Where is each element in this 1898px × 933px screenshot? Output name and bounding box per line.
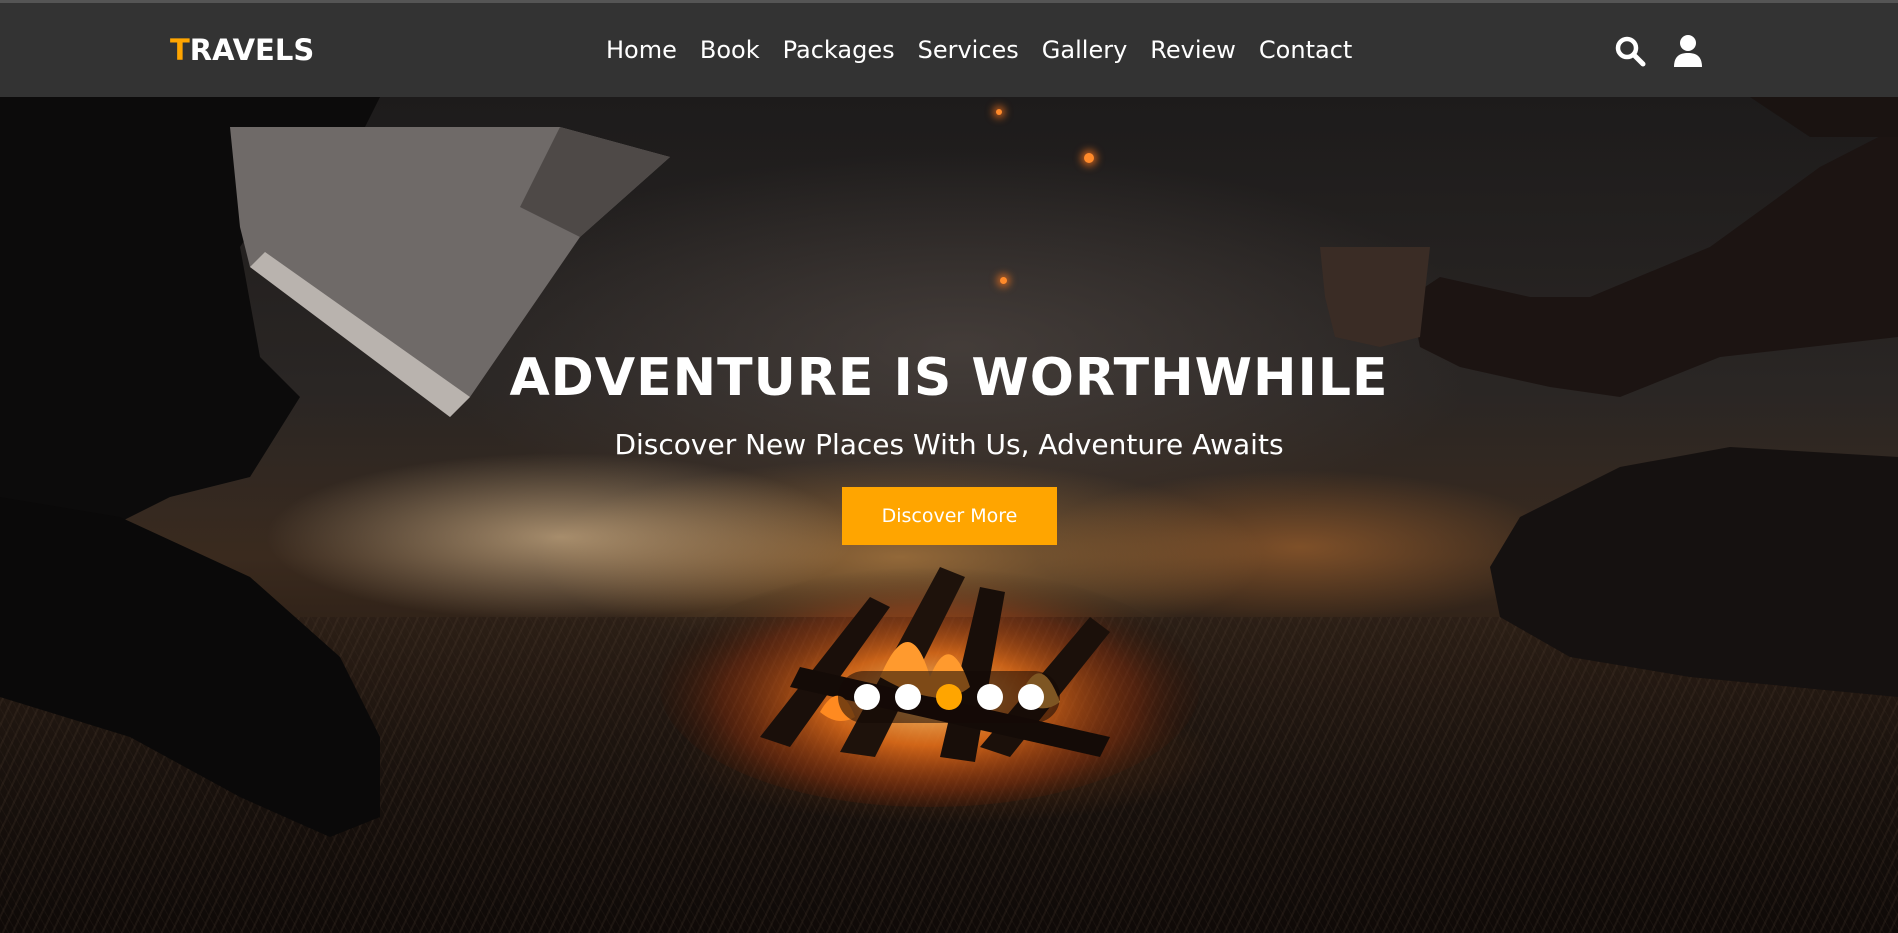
ember xyxy=(1000,277,1007,284)
slider-dot-3[interactable] xyxy=(936,684,962,710)
hero-right-person-silhouette xyxy=(1320,97,1898,697)
ember xyxy=(996,109,1002,115)
hero-section: ADVENTURE IS WORTHWHILE Discover New Pla… xyxy=(0,97,1898,933)
logo-accent-letter: T xyxy=(170,33,190,67)
nav-contact[interactable]: Contact xyxy=(1259,35,1352,65)
slider-dot-1[interactable] xyxy=(854,684,880,710)
nav-home[interactable]: Home xyxy=(606,35,677,65)
logo-text: RAVELS xyxy=(189,33,315,67)
header-icons xyxy=(1614,34,1704,68)
nav-packages[interactable]: Packages xyxy=(783,35,895,65)
ember xyxy=(1084,153,1094,163)
slider-dot-2[interactable] xyxy=(895,684,921,710)
slider-dots xyxy=(838,671,1060,723)
slider-dot-5[interactable] xyxy=(1018,684,1044,710)
main-nav: Home Book Packages Services Gallery Revi… xyxy=(606,35,1352,65)
user-icon[interactable] xyxy=(1672,34,1704,68)
discover-more-button[interactable]: Discover More xyxy=(842,487,1057,545)
site-header: TRAVELS Home Book Packages Services Gall… xyxy=(0,0,1898,97)
page: TRAVELS Home Book Packages Services Gall… xyxy=(0,0,1898,933)
nav-book[interactable]: Book xyxy=(700,35,760,65)
hero-title: ADVENTURE IS WORTHWHILE xyxy=(509,348,1389,408)
logo[interactable]: TRAVELS xyxy=(170,33,314,67)
nav-review[interactable]: Review xyxy=(1150,35,1236,65)
hero-subtitle: Discover New Places With Us, Adventure A… xyxy=(614,428,1284,461)
slider-dot-4[interactable] xyxy=(977,684,1003,710)
hero-left-person-silhouette xyxy=(0,97,670,837)
nav-services[interactable]: Services xyxy=(918,35,1019,65)
search-icon[interactable] xyxy=(1614,34,1646,68)
nav-gallery[interactable]: Gallery xyxy=(1042,35,1127,65)
